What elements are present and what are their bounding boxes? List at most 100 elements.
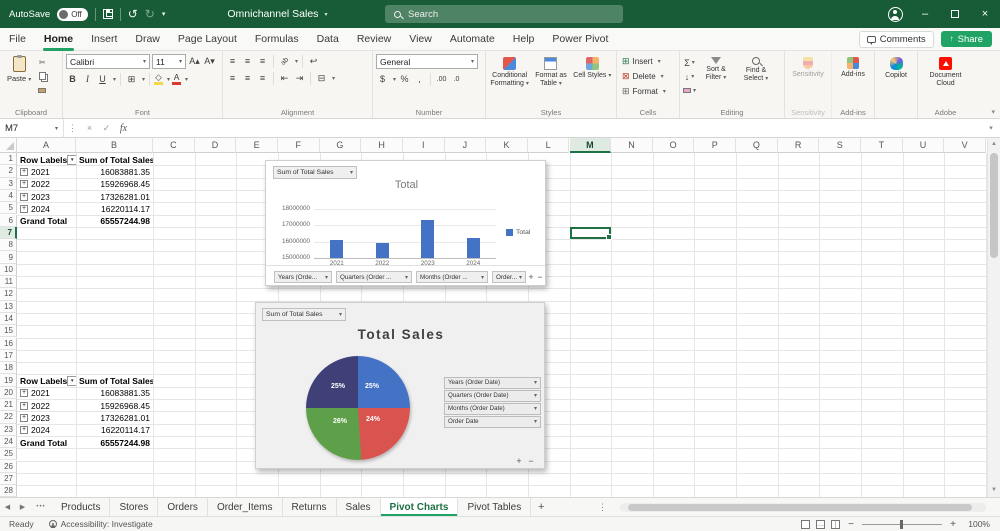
row-header-24[interactable]: 24: [0, 435, 17, 449]
format-cells-button[interactable]: ⊞ Format ▾: [620, 84, 676, 98]
column-header-N[interactable]: N: [611, 138, 653, 153]
row-header-8[interactable]: 8: [0, 239, 17, 252]
scroll-up-arrow[interactable]: ▲: [988, 138, 1000, 151]
pie-filter-0[interactable]: Years (Order Date) ▾: [444, 377, 541, 389]
column-header-M[interactable]: M: [569, 138, 612, 153]
row-header-15[interactable]: 15: [0, 325, 17, 338]
comments-button[interactable]: Comments: [858, 30, 934, 48]
fill-color-button[interactable]: ◇: [154, 73, 164, 86]
column-header-T[interactable]: T: [861, 138, 903, 153]
pivot-chart-pie[interactable]: Sum of Total Sales ▾ Total Sales 25% 24% 26% 2…: [255, 302, 545, 469]
sheet-tab-stores[interactable]: Stores: [110, 498, 159, 516]
underline-button[interactable]: U: [96, 72, 109, 86]
pivot-grand-total-value[interactable]: 65557244.98: [77, 437, 153, 448]
row-header-14[interactable]: 14: [0, 312, 17, 326]
borders-button[interactable]: ⊞: [125, 72, 138, 86]
decrease-font-size-button[interactable]: A▾: [203, 55, 216, 69]
share-button[interactable]: ↑ Share: [940, 31, 992, 47]
ribbon-tab-help[interactable]: Help: [504, 28, 544, 51]
confirm-entry-button[interactable]: ✓: [98, 123, 115, 134]
bar-filter-3[interactable]: Order... ▾: [492, 271, 526, 283]
insert-function-button[interactable]: fx: [115, 123, 132, 134]
pie-field-button[interactable]: Sum of Total Sales ▾: [262, 308, 346, 321]
column-header-H[interactable]: H: [361, 138, 403, 153]
expand-formula-bar-button[interactable]: ▾: [982, 124, 1000, 132]
pivot-value[interactable]: 17326281.01: [77, 191, 153, 202]
bar-2021[interactable]: [330, 240, 344, 258]
collapse-ribbon-button[interactable]: ▾: [991, 108, 995, 116]
row-header-11[interactable]: 11: [0, 276, 17, 289]
sheet-tab-order-items[interactable]: Order_Items: [208, 498, 283, 516]
expand-button[interactable]: +: [20, 426, 28, 435]
row-header-7[interactable]: 7: [0, 226, 17, 240]
pie-filter-2[interactable]: Months (Order Date) ▾: [444, 403, 541, 415]
column-header-B[interactable]: B: [76, 138, 153, 153]
pivot-header-values[interactable]: Sum of Total Sales: [77, 154, 153, 165]
select-all-corner[interactable]: [0, 138, 17, 153]
maximize-button[interactable]: [940, 0, 970, 28]
horizontal-scroll-thumb[interactable]: [628, 504, 972, 511]
row-header-23[interactable]: 23: [0, 423, 17, 436]
expand-button[interactable]: +: [20, 413, 28, 422]
wrap-text-button[interactable]: ↩: [307, 54, 320, 68]
previous-sheet-arrow[interactable]: ◀: [0, 498, 15, 516]
paste-button[interactable]: Paste ▾: [3, 54, 35, 106]
ribbon-tab-insert[interactable]: Insert: [82, 28, 126, 51]
column-header-E[interactable]: E: [236, 138, 278, 153]
vertical-scroll-thumb[interactable]: [990, 153, 998, 258]
increase-indent-button[interactable]: ⇥: [293, 71, 306, 85]
align-right-button[interactable]: ≡: [256, 71, 269, 85]
decrease-decimal-button[interactable]: .0: [450, 72, 463, 86]
search-box[interactable]: Search: [385, 5, 623, 23]
pie-filter-3[interactable]: Order Date ▾: [444, 416, 541, 428]
pivot-value[interactable]: 15926968.45: [77, 400, 153, 411]
bar-filter-1[interactable]: Quarters (Order ... ▾: [336, 271, 412, 283]
pivot-header-row-labels[interactable]: Row Labels ▾: [18, 375, 76, 387]
pivot-header-values[interactable]: Sum of Total Sales: [77, 375, 153, 386]
autosum-button[interactable]: Σ ▾: [683, 56, 696, 69]
column-header-F[interactable]: F: [277, 138, 320, 153]
cut-button[interactable]: ✂: [35, 56, 49, 68]
orientation-button[interactable]: ab: [278, 54, 291, 68]
bar-2022[interactable]: [375, 242, 389, 258]
pie-collapse-button[interactable]: −: [526, 456, 536, 466]
decrease-indent-button[interactable]: ⇤: [278, 71, 291, 85]
font-color-button[interactable]: A: [172, 73, 182, 86]
column-header-A[interactable]: A: [17, 138, 76, 153]
sheet-tab-products[interactable]: Products: [52, 498, 111, 516]
account-button[interactable]: [880, 0, 910, 28]
bottom-align-button[interactable]: ≡: [256, 54, 269, 68]
row-header-21[interactable]: 21: [0, 399, 17, 412]
column-header-Q[interactable]: Q: [736, 138, 778, 153]
expand-button[interactable]: +: [20, 180, 28, 189]
zoom-slider-thumb[interactable]: [900, 519, 903, 529]
row-header-25[interactable]: 25: [0, 448, 17, 461]
pivot-row-label[interactable]: +2024: [18, 203, 76, 214]
increase-font-size-button[interactable]: A▴: [188, 55, 201, 69]
quick-access-chevron-icon[interactable]: ▾: [162, 11, 166, 18]
bar-filter-2[interactable]: Months (Order ... ▾: [416, 271, 488, 283]
font-size-select[interactable]: 11 ▾: [152, 54, 186, 69]
normal-view-button[interactable]: [801, 519, 810, 529]
ribbon-tab-draw[interactable]: Draw: [126, 28, 169, 51]
row-header-18[interactable]: 18: [0, 362, 17, 375]
row-header-3[interactable]: 3: [0, 177, 17, 190]
close-button[interactable]: ×: [970, 0, 1000, 28]
pivot-row-label[interactable]: +2023: [18, 412, 76, 423]
fill-button[interactable]: ↓ ▾: [683, 70, 696, 83]
bar-filter-0[interactable]: Years (Orde... ▾: [274, 271, 332, 283]
next-sheet-arrow[interactable]: ▶: [15, 498, 30, 516]
page-layout-view-button[interactable]: [816, 519, 825, 529]
font-name-select[interactable]: Calibri ▾: [66, 54, 150, 69]
pivot-grand-total-value[interactable]: 65557244.98: [77, 216, 153, 227]
pivot-value[interactable]: 16220114.17: [77, 203, 153, 214]
bar-field-button[interactable]: Sum of Total Sales ▾: [273, 166, 357, 179]
pivot-row-label[interactable]: +2023: [18, 191, 76, 202]
more-sheets-icon[interactable]: •••: [30, 498, 52, 516]
bar-2023[interactable]: [421, 220, 435, 258]
copilot-button[interactable]: Copilot: [878, 54, 914, 106]
formula-input[interactable]: [132, 119, 982, 138]
sheet-tab-pivot-charts[interactable]: Pivot Charts: [380, 498, 459, 516]
column-header-K[interactable]: K: [486, 138, 528, 153]
number-format-select[interactable]: General ▾: [376, 54, 478, 69]
